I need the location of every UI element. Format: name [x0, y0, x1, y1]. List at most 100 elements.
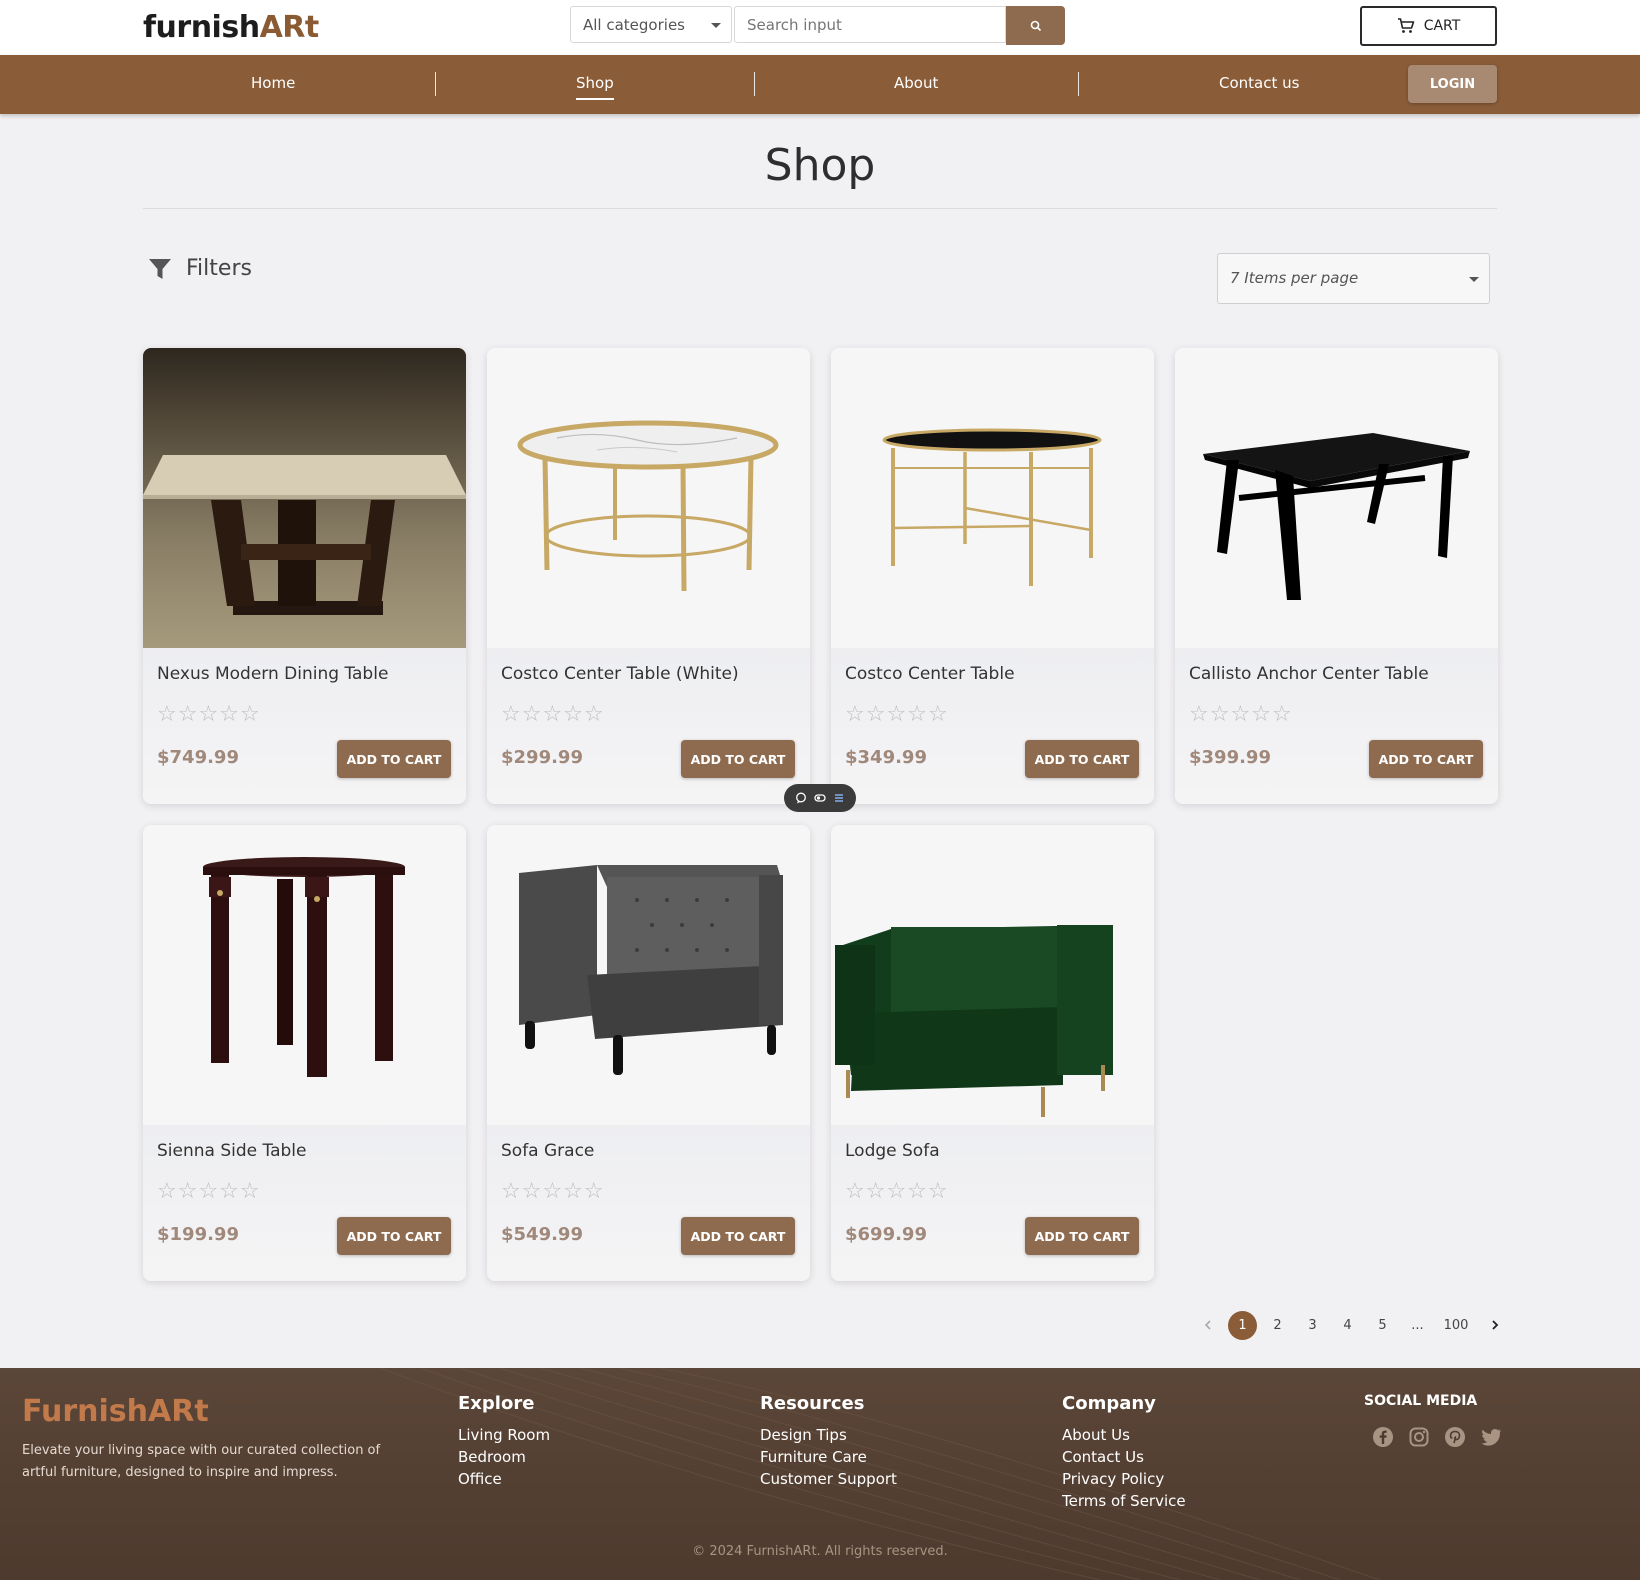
footer-link-customer-support[interactable]: Customer Support [760, 1468, 897, 1490]
nav-shop[interactable]: Shop [576, 74, 614, 100]
twitter-icon[interactable] [1480, 1426, 1502, 1448]
footer-link-living-room[interactable]: Living Room [458, 1424, 550, 1446]
search-input[interactable] [734, 6, 1006, 43]
cart-label: CART [1423, 18, 1461, 34]
footer-company: Company About Us Contact Us Privacy Poli… [1062, 1393, 1186, 1512]
copyright: © 2024 FurnishARt. All rights reserved. [692, 1544, 948, 1559]
filters-toggle[interactable]: Filters [148, 256, 252, 281]
comment-icon[interactable] [795, 792, 807, 804]
product-name[interactable]: Sofa Grace [501, 1141, 594, 1161]
product-name[interactable]: Lodge Sofa [845, 1141, 940, 1161]
chevron-left-icon [1204, 1320, 1211, 1330]
add-to-cart-button[interactable]: ADD TO CART [681, 1217, 795, 1255]
product-card[interactable]: Sienna Side Table ☆☆☆☆☆ $199.99 ADD TO C… [143, 825, 466, 1281]
footer-resources: Resources Design Tips Furniture Care Cus… [760, 1393, 897, 1490]
footer-link-design-tips[interactable]: Design Tips [760, 1424, 897, 1446]
footer-brand[interactable]: FurnishARt [22, 1394, 209, 1429]
add-to-cart-button[interactable]: ADD TO CART [1369, 740, 1483, 778]
social-links [1372, 1426, 1502, 1448]
items-per-page-select[interactable]: 7 Items per page [1217, 253, 1490, 304]
nav-home[interactable]: Home [251, 74, 295, 92]
product-name[interactable]: Costco Center Table (White) [501, 664, 739, 684]
rating-stars: ☆☆☆☆☆ [845, 702, 949, 727]
product-card[interactable]: Costco Center Table ☆☆☆☆☆ $349.99 ADD TO… [831, 348, 1154, 804]
rating-stars: ☆☆☆☆☆ [501, 1179, 605, 1204]
product-image[interactable] [487, 348, 810, 648]
product-price: $699.99 [845, 1224, 927, 1245]
site-footer: FurnishARt Elevate your living space wit… [0, 1368, 1640, 1580]
filter-icon [149, 258, 171, 279]
chevron-down-icon [711, 23, 721, 28]
product-image[interactable] [1175, 348, 1498, 648]
nav-about[interactable]: About [894, 74, 938, 92]
footer-description: Elevate your living space with our curat… [22, 1443, 381, 1480]
add-to-cart-button[interactable]: ADD TO CART [337, 1217, 451, 1255]
page-button-2[interactable]: 2 [1260, 1310, 1295, 1340]
facebook-icon[interactable] [1372, 1426, 1394, 1448]
add-to-cart-button[interactable]: ADD TO CART [337, 740, 451, 778]
page-button-1[interactable]: 1 [1225, 1310, 1260, 1340]
product-price: $749.99 [157, 747, 239, 768]
rating-stars: ☆☆☆☆☆ [501, 702, 605, 727]
product-card[interactable]: Costco Center Table (White) ☆☆☆☆☆ $299.9… [487, 348, 810, 804]
nav-divider [1078, 72, 1079, 96]
product-image[interactable] [487, 825, 810, 1125]
search-button[interactable] [1006, 6, 1065, 45]
search-icon [1030, 20, 1041, 31]
product-card[interactable]: Callisto Anchor Center Table ☆☆☆☆☆ $399.… [1175, 348, 1498, 804]
product-name[interactable]: Callisto Anchor Center Table [1189, 664, 1429, 684]
list-icon[interactable] [833, 792, 845, 804]
product-card[interactable]: Sofa Grace ☆☆☆☆☆ $549.99 ADD TO CART [487, 825, 810, 1281]
add-to-cart-button[interactable]: ADD TO CART [1025, 740, 1139, 778]
product-card[interactable]: Nexus Modern Dining Table ☆☆☆☆☆ $749.99 … [143, 348, 466, 804]
footer-company-title: Company [1062, 1393, 1156, 1414]
toggle-icon[interactable] [814, 792, 826, 804]
product-name[interactable]: Costco Center Table [845, 664, 1015, 684]
page-title: Shop [764, 140, 876, 191]
login-button[interactable]: LOGIN [1408, 65, 1497, 103]
product-image[interactable] [143, 348, 466, 648]
pagination: 1 2 3 4 5 ... 100 [1190, 1310, 1512, 1340]
filters-label: Filters [186, 256, 252, 281]
product-price: $199.99 [157, 1224, 239, 1245]
page-button-5[interactable]: 5 [1365, 1310, 1400, 1340]
footer-link-furniture-care[interactable]: Furniture Care [760, 1446, 897, 1468]
nav-divider [754, 72, 755, 96]
product-image[interactable] [831, 825, 1154, 1125]
footer-link-bedroom[interactable]: Bedroom [458, 1446, 550, 1468]
instagram-icon[interactable] [1408, 1426, 1430, 1448]
category-select[interactable]: All categories [570, 6, 732, 43]
footer-link-contact-us[interactable]: Contact Us [1062, 1446, 1186, 1468]
page-button-3[interactable]: 3 [1295, 1310, 1330, 1340]
cart-button[interactable]: CART [1360, 6, 1497, 46]
cart-icon [1397, 18, 1414, 33]
top-header: furnishARt All categories CART [0, 0, 1640, 55]
product-name[interactable]: Sienna Side Table [157, 1141, 306, 1161]
prev-page-button[interactable] [1190, 1310, 1225, 1340]
product-card[interactable]: Lodge Sofa ☆☆☆☆☆ $699.99 ADD TO CART [831, 825, 1154, 1281]
next-page-button[interactable] [1477, 1310, 1512, 1340]
add-to-cart-button[interactable]: ADD TO CART [1025, 1217, 1139, 1255]
footer-link-privacy-policy[interactable]: Privacy Policy [1062, 1468, 1186, 1490]
footer-link-office[interactable]: Office [458, 1468, 550, 1490]
product-image[interactable] [831, 348, 1154, 648]
footer-resources-title: Resources [760, 1393, 865, 1414]
rating-stars: ☆☆☆☆☆ [845, 1179, 949, 1204]
floating-toolbar[interactable] [784, 784, 856, 812]
rating-stars: ☆☆☆☆☆ [1189, 702, 1293, 727]
nav-divider [435, 72, 436, 96]
chevron-right-icon [1491, 1320, 1498, 1330]
product-price: $549.99 [501, 1224, 583, 1245]
product-price: $349.99 [845, 747, 927, 768]
product-name[interactable]: Nexus Modern Dining Table [157, 664, 388, 684]
product-image[interactable] [143, 825, 466, 1125]
page-button-4[interactable]: 4 [1330, 1310, 1365, 1340]
page-button-100[interactable]: 100 [1435, 1310, 1477, 1340]
title-divider [143, 208, 1497, 209]
nav-contact-us[interactable]: Contact us [1219, 74, 1299, 92]
site-logo[interactable]: furnishARt [143, 10, 319, 45]
add-to-cart-button[interactable]: ADD TO CART [681, 740, 795, 778]
footer-link-about-us[interactable]: About Us [1062, 1424, 1186, 1446]
footer-link-terms-of-service[interactable]: Terms of Service [1062, 1490, 1186, 1512]
pinterest-icon[interactable] [1444, 1426, 1466, 1448]
